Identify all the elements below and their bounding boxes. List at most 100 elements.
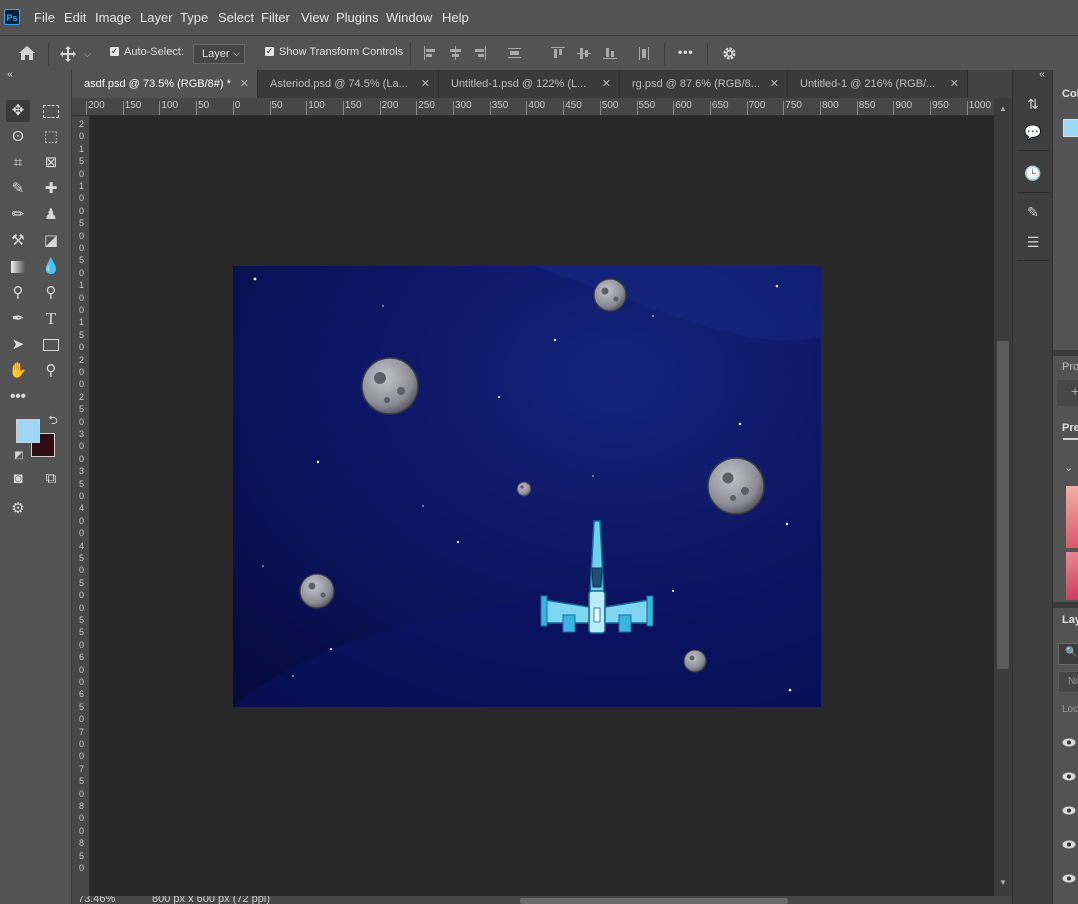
- auto-select-target-dropdown[interactable]: Layer ⌵: [193, 44, 245, 64]
- clone-stamp-tool-icon[interactable]: ♟: [39, 204, 63, 226]
- close-icon[interactable]: ✕: [770, 70, 779, 98]
- preset-thumbnail[interactable]: [1066, 486, 1078, 548]
- menu-select[interactable]: Select: [218, 10, 254, 25]
- eye-icon[interactable]: [1062, 874, 1076, 883]
- crop-tool-icon[interactable]: ⌗: [6, 152, 30, 174]
- scroll-down-icon[interactable]: ▼: [999, 878, 1007, 887]
- menu-layer[interactable]: Layer: [140, 10, 173, 25]
- close-icon[interactable]: ✕: [602, 70, 611, 98]
- presets-panel-title[interactable]: Pre: [1062, 422, 1078, 434]
- ruler-label: 0: [79, 664, 85, 675]
- history-brush-tool-icon[interactable]: ⚒: [6, 230, 30, 252]
- document-canvas[interactable]: [233, 266, 821, 707]
- type-tool-icon[interactable]: T: [39, 308, 63, 330]
- menu-plugins[interactable]: Plugins: [336, 10, 379, 25]
- frame-tool-icon[interactable]: ⊠: [39, 152, 63, 174]
- zoom-tool-icon[interactable]: ⚲: [39, 360, 63, 382]
- hand-tool-icon[interactable]: ✋: [6, 360, 30, 382]
- photoshop-logo[interactable]: Ps: [4, 9, 20, 25]
- swatches-panel-icon[interactable]: ⇅: [1023, 94, 1043, 114]
- adjustments-panel-icon[interactable]: ☰: [1023, 232, 1043, 252]
- menu-view[interactable]: View: [301, 10, 329, 25]
- canvas-area[interactable]: [90, 116, 994, 896]
- align-right-icon[interactable]: [473, 46, 487, 60]
- menu-help[interactable]: Help: [442, 10, 469, 25]
- eye-icon[interactable]: [1062, 840, 1076, 849]
- rectangle-tool-icon[interactable]: [39, 334, 63, 356]
- eyedropper-tool-icon[interactable]: ✎: [6, 178, 30, 200]
- layer-filter-box[interactable]: 🔍: [1058, 643, 1078, 665]
- object-selection-tool-icon[interactable]: ⬚: [39, 126, 63, 148]
- generative-fill-icon[interactable]: ⚙: [6, 498, 30, 520]
- tab-rg[interactable]: rg.psd @ 87.6% (RGB/8... ✕: [620, 70, 788, 98]
- tab-untitled-1-psd[interactable]: Untitled-1.psd @ 122% (L... ✕: [439, 70, 620, 98]
- preset-thumbnail[interactable]: [1066, 552, 1078, 600]
- eye-icon[interactable]: [1062, 772, 1076, 781]
- tab-asdf[interactable]: asdf.psd @ 73.5% (RGB/8#) * ✕: [72, 70, 258, 98]
- smudge-tool-icon[interactable]: ⚲: [39, 282, 63, 304]
- collapse-panel-icon[interactable]: «: [1035, 68, 1049, 82]
- foreground-color-swatch[interactable]: [16, 419, 40, 443]
- eraser-tool-icon[interactable]: ◪: [39, 230, 63, 252]
- eye-icon[interactable]: [1062, 806, 1076, 815]
- chevron-down-icon[interactable]: ⌵: [84, 47, 91, 61]
- collapse-panel-icon[interactable]: «: [3, 68, 17, 82]
- distribute-horizontal-icon[interactable]: [637, 46, 651, 60]
- dodge-tool-icon[interactable]: ⚲: [6, 282, 30, 304]
- comments-panel-icon[interactable]: 💬: [1023, 122, 1043, 142]
- path-selection-tool-icon[interactable]: ➤: [6, 334, 30, 356]
- vertical-scroll-thumb[interactable]: [997, 341, 1009, 669]
- properties-panel-title[interactable]: Pro: [1062, 361, 1078, 373]
- align-top-icon[interactable]: [551, 46, 565, 60]
- properties-add-button[interactable]: +: [1057, 380, 1078, 406]
- scroll-up-icon[interactable]: ▲: [999, 104, 1007, 113]
- blend-mode-dropdown[interactable]: No: [1058, 671, 1078, 693]
- distribute-vertical-icon[interactable]: [507, 46, 521, 60]
- menu-type[interactable]: Type: [180, 10, 208, 25]
- gear-icon[interactable]: [722, 46, 737, 61]
- screen-mode-icon[interactable]: ⧉: [39, 468, 63, 490]
- close-icon[interactable]: ✕: [240, 70, 249, 98]
- move-tool-icon[interactable]: ✥: [6, 100, 30, 122]
- menu-window[interactable]: Window: [386, 10, 432, 25]
- brush-settings-icon[interactable]: ✎: [1023, 202, 1043, 222]
- marquee-tool-icon[interactable]: [39, 100, 63, 122]
- show-transform-checkbox[interactable]: ✓: [265, 47, 274, 56]
- default-colors-icon[interactable]: ◩: [12, 449, 26, 463]
- edit-toolbar-icon[interactable]: •••: [6, 386, 30, 408]
- horizontal-scroll-thumb[interactable]: [520, 898, 788, 904]
- tab-untitled-1[interactable]: Untitled-1 @ 216% (RGB/... ✕: [788, 70, 968, 98]
- more-options-button[interactable]: •••: [678, 45, 694, 59]
- menu-filter[interactable]: Filter: [261, 10, 290, 25]
- menu-image[interactable]: Image: [95, 10, 131, 25]
- gradient-tool-icon[interactable]: [6, 256, 30, 278]
- move-tool-icon[interactable]: [59, 45, 77, 63]
- quick-mask-icon[interactable]: ◙: [6, 468, 30, 490]
- tab-label: rg.psd @ 87.6% (RGB/8...: [632, 78, 760, 90]
- vertical-scrollbar[interactable]: ▲ ▼: [994, 98, 1012, 896]
- align-vertical-center-icon[interactable]: [577, 46, 591, 60]
- zoom-level[interactable]: 73.46%: [78, 896, 115, 904]
- brush-tool-icon[interactable]: ✏: [6, 204, 30, 226]
- close-icon[interactable]: ✕: [421, 70, 430, 98]
- align-left-icon[interactable]: [423, 46, 437, 60]
- blur-tool-icon[interactable]: 💧: [39, 256, 63, 278]
- home-icon[interactable]: [18, 45, 36, 61]
- tab-asteriod[interactable]: Asteriod.psd @ 74.5% (La... ✕: [258, 70, 439, 98]
- chevron-down-icon[interactable]: ⌄: [1064, 461, 1073, 474]
- pen-tool-icon[interactable]: ✒: [6, 308, 30, 330]
- menu-edit[interactable]: Edit: [64, 10, 86, 25]
- healing-brush-tool-icon[interactable]: ✚: [39, 178, 63, 200]
- align-bottom-icon[interactable]: [603, 46, 617, 60]
- lasso-tool-icon[interactable]: ʘ: [6, 126, 30, 148]
- menu-file[interactable]: File: [34, 10, 55, 25]
- auto-select-checkbox[interactable]: ✓: [110, 47, 119, 56]
- swap-colors-icon[interactable]: ⮌: [46, 413, 60, 427]
- history-panel-icon[interactable]: 🕒: [1023, 163, 1043, 183]
- eye-icon[interactable]: [1062, 738, 1076, 747]
- color-panel-swatch[interactable]: [1063, 119, 1078, 137]
- color-panel-title[interactable]: Col: [1062, 88, 1078, 100]
- align-horizontal-center-icon[interactable]: [448, 46, 462, 60]
- close-icon[interactable]: ✕: [950, 70, 959, 98]
- layers-panel-title[interactable]: Lay: [1062, 614, 1078, 626]
